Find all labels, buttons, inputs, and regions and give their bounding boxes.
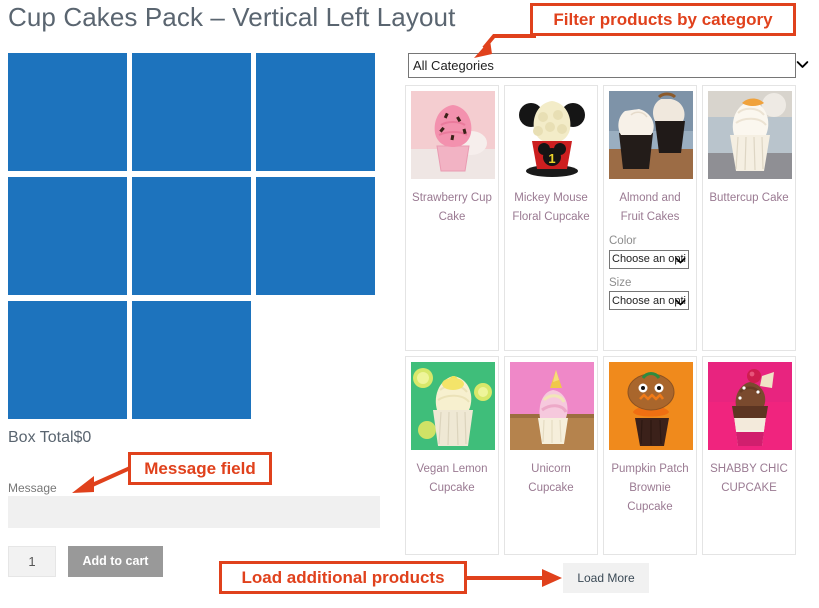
annotation-filter-products: Filter products by category [530, 3, 796, 36]
vegan-lemon-cupcake-image [411, 362, 495, 450]
product-card[interactable]: Pumpkin Patch Brownie Cupcake [603, 356, 697, 555]
product-name: Almond and Fruit Cakes [619, 192, 681, 223]
product-card[interactable]: Unicorn Cupcake [504, 356, 598, 555]
pumpkin-patch-cupcake-image [609, 362, 693, 450]
mickey-mouse-cupcake-image: 1 [510, 91, 594, 179]
unicorn-cupcake-image [510, 362, 594, 450]
product-attribute-size: Size Choose an option [609, 276, 691, 310]
color-select[interactable]: Choose an option [609, 249, 689, 269]
size-select[interactable]: Choose an option [609, 291, 689, 310]
product-card[interactable]: 1 Mickey Mouse Floral Cupcake [504, 85, 598, 351]
box-slot[interactable] [132, 177, 251, 295]
annotation-arrow-message [72, 466, 131, 493]
message-input[interactable] [8, 496, 380, 528]
shabby-chic-cupcake-image [708, 362, 792, 450]
product-name: Buttercup Cake [709, 192, 789, 204]
product-name: Unicorn Cupcake [528, 463, 574, 494]
load-more-button[interactable]: Load More [563, 563, 649, 593]
box-slot[interactable] [132, 301, 251, 419]
product-card[interactable]: Strawberry Cup Cake [405, 85, 499, 351]
product-card[interactable]: Buttercup Cake [702, 85, 796, 351]
product-card[interactable]: Vegan Lemon Cupcake [405, 356, 499, 555]
almond-fruit-cupcake-image [609, 91, 693, 179]
box-builder-grid [8, 53, 396, 419]
product-row: Vegan Lemon Cupcake Unicorn Cupcake Pump… [405, 356, 799, 555]
strawberry-cupcake-image [411, 91, 495, 179]
box-slot[interactable] [256, 53, 375, 171]
product-name: Strawberry Cup Cake [412, 192, 492, 223]
product-name: Pumpkin Patch Brownie Cupcake [611, 463, 689, 513]
chevron-down-icon [796, 58, 809, 71]
product-card[interactable]: Almond and Fruit Cakes Color Choose an o… [603, 85, 697, 351]
annotation-load-more: Load additional products [219, 561, 467, 594]
quantity-input[interactable] [8, 546, 56, 577]
product-card[interactable]: SHABBY CHIC CUPCAKE [702, 356, 796, 555]
box-slot[interactable] [8, 177, 127, 295]
product-grid: Strawberry Cup Cake 1 Mickey Mouse Flora… [405, 85, 799, 560]
box-slot[interactable] [132, 53, 251, 171]
annotation-arrow-load-more [466, 569, 562, 587]
box-slot[interactable] [8, 301, 127, 419]
product-name: Mickey Mouse Floral Cupcake [512, 192, 590, 223]
product-name: SHABBY CHIC CUPCAKE [710, 463, 788, 494]
add-to-cart-button[interactable]: Add to cart [68, 546, 163, 577]
product-attribute-color: Color Choose an option [609, 235, 691, 269]
product-name: Vegan Lemon Cupcake [416, 463, 488, 494]
svg-text:1: 1 [548, 151, 555, 166]
product-row: Strawberry Cup Cake 1 Mickey Mouse Flora… [405, 85, 799, 351]
box-total: Box Total$0 [8, 429, 92, 446]
page-title: Cup Cakes Pack – Vertical Left Layout [8, 2, 456, 32]
box-slot[interactable] [8, 53, 127, 171]
box-slot[interactable] [256, 177, 375, 295]
annotation-message-field: Message field [128, 452, 272, 485]
category-filter-select[interactable]: All Categories [408, 53, 796, 78]
attribute-label: Color [609, 235, 637, 247]
attribute-label: Size [609, 276, 632, 289]
message-label: Message [8, 481, 57, 495]
buttercup-cake-image [708, 91, 792, 179]
